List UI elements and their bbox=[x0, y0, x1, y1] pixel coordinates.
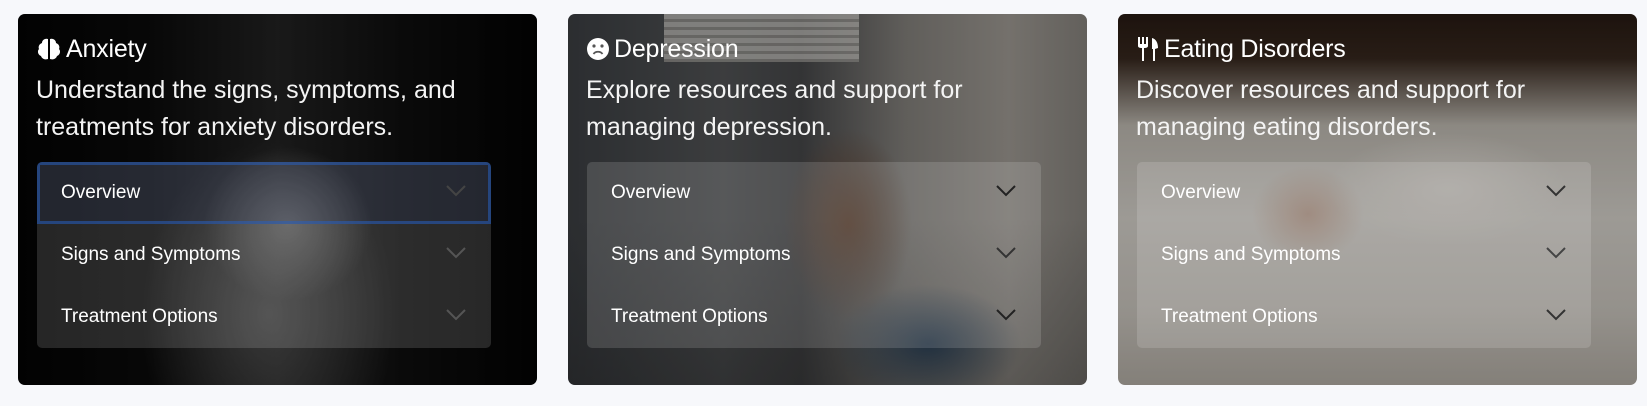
accordion-item-overview[interactable]: Overview bbox=[37, 162, 491, 224]
accordion-item-label: Treatment Options bbox=[61, 306, 218, 327]
chevron-down-icon bbox=[446, 309, 466, 321]
accordion-item-label: Overview bbox=[611, 182, 691, 203]
accordion-item-signs-and-symptoms[interactable]: Signs and Symptoms bbox=[587, 224, 1041, 286]
accordion-item-treatment-options[interactable]: Treatment Options bbox=[37, 286, 491, 348]
card-depression: Depression Explore resources and support… bbox=[568, 14, 1087, 385]
card-title-text: Depression bbox=[614, 34, 739, 63]
accordion-item-signs-and-symptoms[interactable]: Signs and Symptoms bbox=[1137, 224, 1591, 286]
accordion-item-label: Signs and Symptoms bbox=[611, 244, 791, 265]
chevron-down-icon bbox=[1546, 185, 1566, 197]
accordion-item-overview[interactable]: Overview bbox=[1137, 162, 1591, 224]
card-description: Understand the signs, symptoms, and trea… bbox=[36, 76, 456, 141]
condition-cards-row: Anxiety Understand the signs, symptoms, … bbox=[0, 0, 1647, 406]
accordion: Overview Signs and Symptoms Treatment Op… bbox=[587, 162, 1041, 348]
chevron-down-icon bbox=[996, 247, 1016, 259]
card-title-text: Anxiety bbox=[66, 34, 147, 63]
chevron-down-icon bbox=[996, 309, 1016, 321]
card-anxiety: Anxiety Understand the signs, symptoms, … bbox=[18, 14, 537, 385]
chevron-down-icon bbox=[446, 185, 466, 197]
chevron-down-icon bbox=[1546, 247, 1566, 259]
sad-face-icon bbox=[586, 37, 610, 61]
accordion-item-label: Signs and Symptoms bbox=[1161, 244, 1341, 265]
accordion-item-label: Treatment Options bbox=[611, 306, 768, 327]
accordion: Overview Signs and Symptoms Treatment Op… bbox=[1137, 162, 1591, 348]
card-title-text: Eating Disorders bbox=[1164, 34, 1346, 63]
chevron-down-icon bbox=[1546, 309, 1566, 321]
brain-icon bbox=[36, 36, 62, 62]
card-description: Explore resources and support for managi… bbox=[586, 76, 963, 141]
accordion-item-treatment-options[interactable]: Treatment Options bbox=[1137, 286, 1591, 348]
accordion: Overview Signs and Symptoms Treatment Op… bbox=[37, 162, 491, 348]
accordion-item-overview[interactable]: Overview bbox=[587, 162, 1041, 224]
card-description: Discover resources and support for manag… bbox=[1136, 76, 1526, 141]
accordion-item-label: Signs and Symptoms bbox=[61, 244, 241, 265]
accordion-item-signs-and-symptoms[interactable]: Signs and Symptoms bbox=[37, 224, 491, 286]
utensils-icon bbox=[1136, 36, 1160, 62]
card-eating-disorders: Eating Disorders Discover resources and … bbox=[1118, 14, 1637, 385]
accordion-item-label: Treatment Options bbox=[1161, 306, 1318, 327]
accordion-item-treatment-options[interactable]: Treatment Options bbox=[587, 286, 1041, 348]
accordion-item-label: Overview bbox=[1161, 182, 1241, 203]
accordion-item-label: Overview bbox=[61, 182, 141, 203]
card-title: Eating Disorders bbox=[1136, 34, 1346, 64]
chevron-down-icon bbox=[446, 247, 466, 259]
chevron-down-icon bbox=[996, 185, 1016, 197]
card-title: Depression bbox=[586, 34, 739, 64]
card-title: Anxiety bbox=[36, 34, 147, 64]
